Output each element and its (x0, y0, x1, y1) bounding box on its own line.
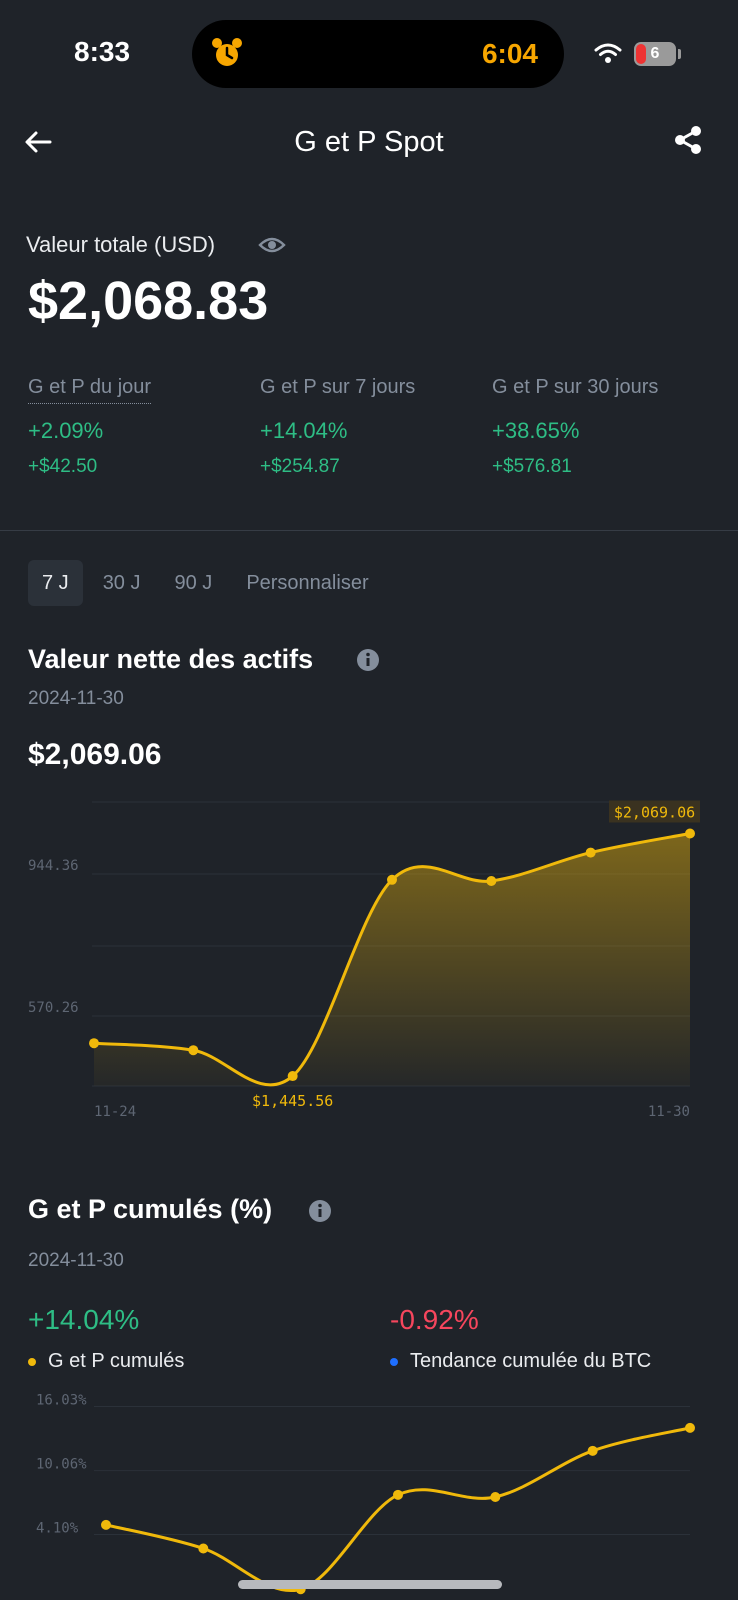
nav-x-tick-label: 11-24 (94, 1104, 136, 1120)
cum-line-chart[interactable]: 16.03% 10.06% 4.10% (0, 1380, 738, 1600)
nav-data-point (287, 1071, 298, 1082)
nav-x-ticks: 11-24 11-30 (94, 1104, 690, 1120)
total-value: $2,068.83 (28, 271, 269, 331)
nav-data-point (486, 875, 497, 886)
nav-x-tick-label: 11-30 (648, 1104, 690, 1120)
battery-level (636, 44, 646, 64)
legend-pnl-label: G et P cumulés (48, 1350, 185, 1372)
legend-pnl-dot (28, 1357, 36, 1366)
cum-pnl-value: +14.04% (28, 1304, 140, 1335)
nav-data-point (585, 847, 596, 858)
top-nav: G et P Spot (0, 110, 738, 174)
cum-grid (94, 1406, 690, 1536)
tab-7d[interactable]: 7 J (28, 560, 83, 606)
nav-data-point (685, 828, 695, 839)
timer-readout: 6:04 (481, 38, 538, 69)
pnl-30d: G et P sur 30 jours +38.65% +$576.81 (492, 376, 658, 478)
cum-section-title: G et P cumulés (%) (28, 1194, 273, 1224)
cum-info-icon[interactable] (308, 1199, 332, 1223)
share-icon[interactable] (672, 124, 704, 156)
status-time: 8:33 (74, 36, 131, 67)
pnl-7d-abs: +$254.87 (260, 456, 340, 477)
wifi-icon (594, 43, 622, 63)
eye-icon[interactable] (258, 234, 286, 256)
nav-y-tick-label: 570.26 (28, 1000, 79, 1016)
pnl-today-label[interactable]: G et P du jour (28, 376, 152, 404)
nav-y-tick-label: 944.36 (28, 858, 79, 874)
pnl-today-pct: +2.09% (28, 418, 104, 443)
legend-btc-label: Tendance cumulée du BTC (410, 1350, 652, 1372)
total-value-label: Valeur totale (USD) (26, 232, 216, 257)
pnl-30d-abs: +$576.81 (492, 456, 572, 477)
pnl-today-abs: +$42.50 (28, 456, 98, 477)
nav-date: 2024-11-30 (28, 688, 124, 709)
cum-data-point (490, 1491, 501, 1502)
nav-data-point (387, 874, 397, 885)
home-indicator[interactable] (238, 1580, 502, 1589)
pnl-30d-label: G et P sur 30 jours (492, 376, 659, 398)
cum-y-tick-label: 10.06% (36, 1457, 87, 1473)
legend-btc: Tendance cumulée du BTC (390, 1350, 651, 1373)
cum-data-point (587, 1445, 598, 1456)
nav-data-point (188, 1045, 199, 1056)
status-bar: 8:33 6:04 6 (0, 0, 738, 110)
cum-date: 2024-11-30 (28, 1250, 124, 1271)
range-tabs: 7 J 30 J 90 J Personnaliser (28, 560, 389, 606)
pnl-7d-pct: +14.04% (260, 418, 348, 443)
nav-annotation-label: $2,069.06 (614, 803, 695, 821)
section-divider (0, 530, 738, 531)
nav-annotation-label: $1,445.56 (252, 1092, 333, 1110)
pnl-7d: G et P sur 7 jours +14.04% +$254.87 (260, 376, 415, 478)
tab-30d[interactable]: 30 J (89, 560, 155, 606)
legend-pnl: G et P cumulés (28, 1350, 184, 1373)
cum-data-point (393, 1489, 403, 1500)
tab-90d[interactable]: 90 J (161, 560, 227, 606)
nav-value: $2,069.06 (28, 738, 162, 771)
nav-info-icon[interactable] (356, 648, 380, 672)
battery-tip (678, 49, 681, 59)
nav-area-chart[interactable]: 944.36570.26 $2,069.06$1,445.56 11-24 11-… (0, 790, 738, 1140)
tab-custom[interactable]: Personnaliser (232, 560, 382, 606)
dynamic-island: 6:04 (192, 20, 564, 88)
pnl-today: G et P du jour +2.09% +$42.50 (28, 376, 152, 478)
battery-indicator: 6 (634, 42, 676, 66)
cum-data-point (685, 1422, 695, 1433)
cum-data-point (101, 1519, 111, 1530)
nav-data-point (89, 1038, 99, 1049)
cum-y-tick-label: 16.03% (36, 1393, 87, 1409)
page-title: G et P Spot (294, 126, 444, 158)
battery-percent: 6 (650, 45, 660, 62)
nav-section-title: Valeur nette des actifs (28, 644, 314, 674)
alarm-clock-icon (212, 38, 242, 66)
pnl-7d-label: G et P sur 7 jours (260, 376, 416, 398)
nav-y-ticks: 944.36 570.26 (28, 858, 79, 1016)
cum-series-line (105, 1426, 691, 1593)
legend-btc-dot (390, 1357, 398, 1366)
cum-y-tick-label: 4.10% (36, 1521, 79, 1537)
cum-data-point (198, 1543, 209, 1554)
cum-btc-value: -0.92% (390, 1304, 479, 1335)
cum-points (101, 1422, 695, 1595)
pnl-30d-pct: +38.65% (492, 418, 580, 443)
cum-y-ticks: 16.03% 10.06% 4.10% (36, 1393, 87, 1537)
